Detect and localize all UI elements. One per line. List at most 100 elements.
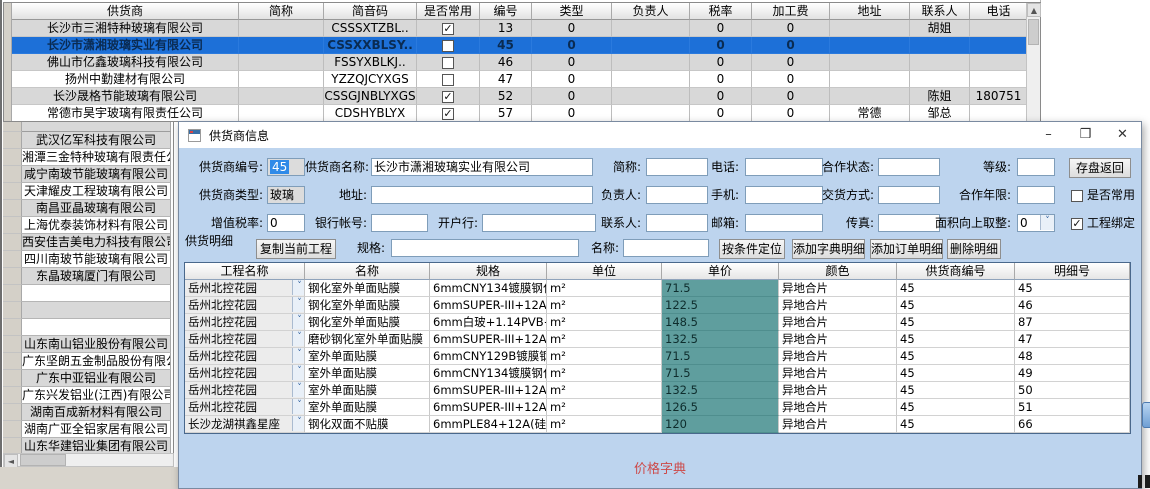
- list-item[interactable]: 咸宁南玻节能玻璃有限公司: [3, 166, 173, 183]
- supplier-row[interactable]: 扬州中勤建材有限公司YZZQJCYXGS47000: [4, 71, 1040, 88]
- project-name-combobox[interactable]: 岳州北控花园˅: [185, 348, 305, 365]
- list-item[interactable]: 南昌亚晶玻璃有限公司: [3, 200, 173, 217]
- list-item[interactable]: 广东中亚铝业有限公司: [3, 370, 173, 387]
- chevron-down-icon[interactable]: ˅: [292, 280, 305, 295]
- detail-row[interactable]: 岳州北控花园˅钢化室外单面贴膜6mmCNY134镀膜钢化m²71.5异地合片45…: [185, 280, 1130, 297]
- supplier-row[interactable]: 长沙市潇湘玻璃实业有限公司CSSXXBLSY..45000: [4, 37, 1040, 54]
- chevron-down-icon[interactable]: ˅: [292, 399, 305, 414]
- supplier-name-field[interactable]: 长沙市潇湘玻璃实业有限公司: [371, 158, 593, 176]
- checkbox-icon[interactable]: ✓: [442, 108, 454, 120]
- scrollbar-thumb[interactable]: [20, 454, 66, 466]
- column-header[interactable]: 电话: [970, 3, 1028, 20]
- delete-detail-button[interactable]: 删除明细: [947, 239, 1001, 259]
- minimize-button[interactable]: –: [1030, 122, 1067, 148]
- column-header[interactable]: 供货商: [12, 3, 239, 20]
- scroll-left-icon[interactable]: ◄: [4, 454, 18, 468]
- chevron-down-icon[interactable]: ˅: [292, 297, 305, 312]
- column-header[interactable]: 编号: [480, 3, 532, 20]
- checkbox-icon[interactable]: [442, 74, 454, 86]
- checkbox-icon[interactable]: ✓: [1071, 218, 1083, 230]
- detail-row[interactable]: 长沙龙湖祺鑫星座˅钢化双面不贴膜6mmPLE84+12A(硅酮胶...m²120…: [185, 416, 1130, 433]
- column-header[interactable]: 地址: [830, 3, 910, 20]
- column-header[interactable]: 加工费: [752, 3, 830, 20]
- chevron-down-icon[interactable]: ˅: [292, 365, 305, 380]
- coop-years-field[interactable]: [1017, 186, 1055, 204]
- project-bind-checkbox[interactable]: ✓工程绑定: [1071, 214, 1135, 232]
- supplier-row[interactable]: 长沙市三湘特种玻璃有限公司CSSSXTZBL..✓13000胡姐: [4, 20, 1040, 37]
- spec-filter-input[interactable]: [391, 239, 579, 257]
- chevron-down-icon[interactable]: ˅: [292, 331, 305, 346]
- list-item[interactable]: 湖南百成新材料有限公司: [3, 404, 173, 421]
- common-checkbox[interactable]: 是否常用: [1071, 186, 1135, 204]
- column-header[interactable]: 联系人: [910, 3, 970, 20]
- column-header[interactable]: 颜色: [779, 263, 897, 280]
- list-item[interactable]: 西安佳吉美电力科技有限公司: [3, 234, 173, 251]
- list-item[interactable]: [3, 302, 173, 319]
- supplier-grid-vertical-scrollbar[interactable]: ▲: [1026, 3, 1040, 121]
- column-header[interactable]: 类型: [532, 3, 612, 20]
- name-filter-input[interactable]: [623, 239, 709, 257]
- supplier-no-field[interactable]: 45: [267, 158, 305, 176]
- project-name-combobox[interactable]: 长沙龙湖祺鑫星座˅: [185, 416, 305, 433]
- checkbox-icon[interactable]: ✓: [442, 23, 454, 35]
- column-header[interactable]: 规格: [430, 263, 547, 280]
- locate-by-condition-button[interactable]: 按条件定位: [719, 239, 785, 259]
- project-name-combobox[interactable]: 岳州北控花园˅: [185, 297, 305, 314]
- chevron-down-icon[interactable]: ˅: [292, 416, 305, 431]
- maximize-button[interactable]: ❒: [1067, 122, 1104, 148]
- column-header[interactable]: 负责人: [612, 3, 690, 20]
- abbr-field[interactable]: [646, 158, 708, 176]
- detail-row[interactable]: 岳州北控花园˅钢化室外单面贴膜6mmSUPER-III+12A(硅...m²12…: [185, 297, 1130, 314]
- detail-row[interactable]: 岳州北控花园˅磨砂钢化室外单面贴膜6mmSUPER-III+12A(硅...m²…: [185, 331, 1130, 348]
- checkbox-icon[interactable]: [442, 40, 454, 52]
- contact-field[interactable]: [646, 214, 708, 232]
- list-item[interactable]: 东晶玻璃厦门有限公司: [3, 268, 173, 285]
- copy-current-project-button[interactable]: 复制当前工程: [256, 239, 336, 259]
- round-up-combobox[interactable]: 0˅: [1017, 214, 1055, 232]
- list-item[interactable]: 四川南玻节能玻璃有限公司: [3, 251, 173, 268]
- grade-field[interactable]: [1017, 158, 1055, 176]
- bank-field[interactable]: [482, 214, 596, 232]
- project-name-combobox[interactable]: 岳州北控花园˅: [185, 382, 305, 399]
- vat-field[interactable]: 0: [267, 214, 305, 232]
- column-header[interactable]: 单位: [547, 263, 662, 280]
- add-order-detail-button[interactable]: 添加订单明细: [870, 239, 943, 259]
- list-item[interactable]: 天津耀皮工程玻璃有限公司: [3, 183, 173, 200]
- supplier-row[interactable]: 常德市昊宇玻璃有限责任公司CDSHYBLYX✓57000常德邹总: [4, 105, 1040, 122]
- detail-row[interactable]: 岳州北控花园˅室外单面贴膜6mmCNY134镀膜钢化m²71.5异地合片4549: [185, 365, 1130, 382]
- chevron-down-icon[interactable]: ˅: [1040, 214, 1054, 230]
- project-name-combobox[interactable]: 岳州北控花园˅: [185, 314, 305, 331]
- scroll-up-icon[interactable]: ▲: [1027, 3, 1041, 17]
- list-item[interactable]: [3, 285, 173, 302]
- column-header[interactable]: 明细号: [1015, 263, 1130, 280]
- list-item[interactable]: 上海优泰装饰材料有限公司: [3, 217, 173, 234]
- project-name-combobox[interactable]: 岳州北控花园˅: [185, 280, 305, 297]
- column-header[interactable]: 简称: [239, 3, 324, 20]
- column-header[interactable]: 简音码: [324, 3, 417, 20]
- project-name-combobox[interactable]: 岳州北控花园˅: [185, 399, 305, 416]
- bank-no-field[interactable]: [371, 214, 428, 232]
- chevron-down-icon[interactable]: ˅: [292, 348, 305, 363]
- column-header[interactable]: 供货商编号: [897, 263, 1015, 280]
- type-field[interactable]: 玻璃: [267, 186, 305, 204]
- column-header[interactable]: 名称: [305, 263, 430, 280]
- column-header[interactable]: 税率: [690, 3, 752, 20]
- list-item[interactable]: 武汉亿军科技有限公司: [3, 132, 173, 149]
- address-field[interactable]: [371, 186, 593, 204]
- list-item[interactable]: 湘潭三金特种玻璃有限责任公司: [3, 149, 173, 166]
- project-name-combobox[interactable]: 岳州北控花园˅: [185, 365, 305, 382]
- add-dictionary-detail-button[interactable]: 添加字典明细: [792, 239, 865, 259]
- scrollbar-thumb[interactable]: [1028, 19, 1039, 45]
- manager-field[interactable]: [646, 186, 708, 204]
- detail-row[interactable]: 岳州北控花园˅室外单面贴膜6mmSUPER-III+12A(硅...m²132.…: [185, 382, 1130, 399]
- save-return-button[interactable]: 存盘返回: [1069, 158, 1131, 178]
- checkbox-icon[interactable]: [1071, 190, 1083, 202]
- detail-row[interactable]: 岳州北控花园˅室外单面贴膜6mmSUPER-III+12A(硅...m²126.…: [185, 399, 1130, 416]
- chevron-down-icon[interactable]: ˅: [292, 382, 305, 397]
- list-horizontal-scrollbar[interactable]: ◄: [3, 453, 174, 467]
- list-item[interactable]: [3, 319, 173, 336]
- detail-row[interactable]: 岳州北控花园˅室外单面贴膜6mmCNY129B镀膜钢化m²71.5异地合片454…: [185, 348, 1130, 365]
- list-item[interactable]: 广东兴发铝业(江西)有限公司: [3, 387, 173, 404]
- close-icon[interactable]: ✕: [1104, 122, 1141, 148]
- column-header[interactable]: 是否常用: [417, 3, 480, 20]
